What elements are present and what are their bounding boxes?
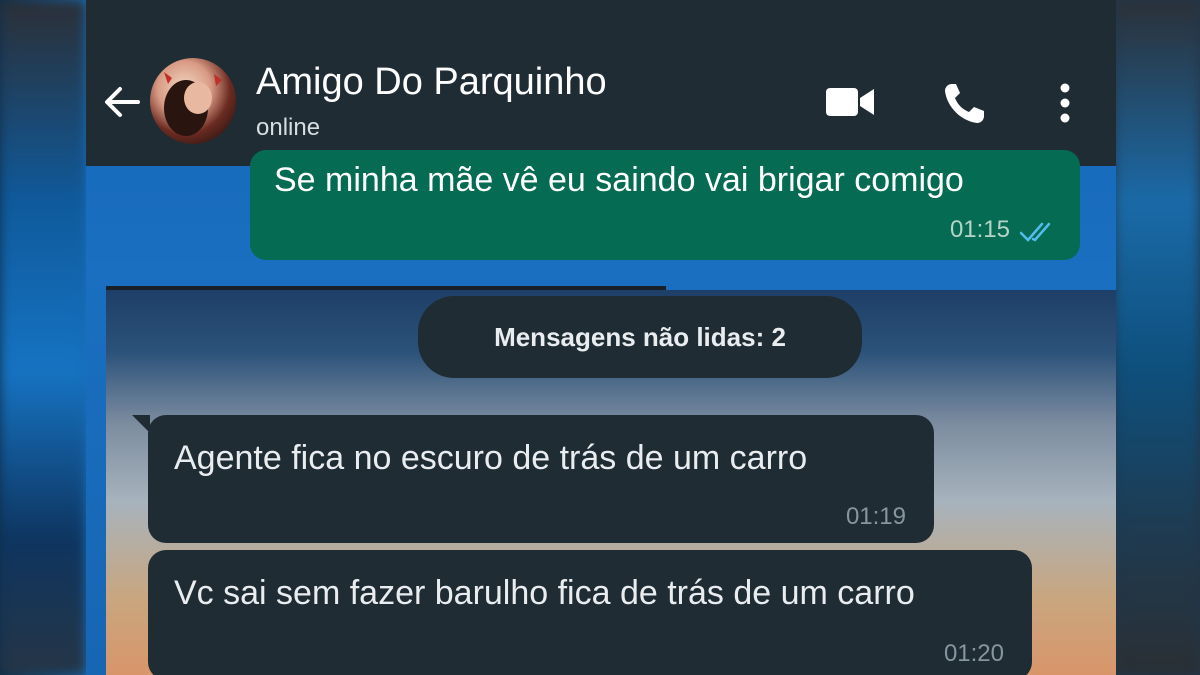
avatar-image: [164, 72, 222, 136]
message-text: Vc sai sem fazer barulho fica de trás de…: [174, 574, 915, 612]
message-incoming[interactable]: Agente fica no escuro de trás de um carr…: [132, 415, 934, 543]
message-outgoing[interactable]: Se minha mãe vê eu saindo vai brigar com…: [250, 150, 1080, 260]
chat-window: Amigo Do Parquinho online Se minha mãe v…: [86, 0, 1116, 675]
message-time: 01:19: [845, 503, 906, 530]
back-arrow-icon[interactable]: [102, 82, 142, 122]
chat-header: Amigo Do Parquinho online: [86, 0, 1116, 166]
contact-name[interactable]: Amigo Do Parquinho: [256, 60, 607, 104]
screen-stage: Amigo Do Parquinho online Se minha mãe v…: [0, 0, 1200, 675]
message-time: 01:20: [943, 640, 1004, 667]
message-text: Agente fica no escuro de trás de um carr…: [174, 439, 808, 477]
unread-messages-banner: Mensagens não lidas: 2: [418, 296, 862, 378]
message-text: Se minha mãe vê eu saindo vai brigar com…: [274, 161, 964, 199]
background-blur-right: [1114, 0, 1200, 675]
voice-call-icon[interactable]: [942, 80, 988, 126]
message-incoming[interactable]: Vc sai sem fazer barulho fica de trás de…: [148, 550, 1032, 675]
message-time: 01:15: [949, 216, 1010, 243]
double-check-icon: [1019, 222, 1051, 242]
more-options-icon[interactable]: [1052, 80, 1078, 126]
background-blur-left: [0, 0, 86, 675]
video-call-icon[interactable]: [824, 84, 876, 120]
contact-status: online: [256, 114, 321, 141]
contact-avatar[interactable]: [150, 58, 236, 144]
